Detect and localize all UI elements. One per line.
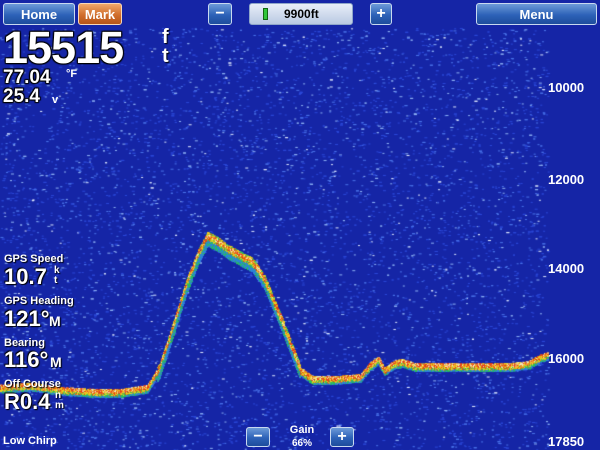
voltage-unit: v [52,94,59,106]
gain-value: 66% [291,438,312,449]
gps-heading-unit: M [49,313,61,329]
gain-decrease-button[interactable]: − [246,427,270,447]
depth-unit: f t [162,27,169,67]
off-course-value: R0.4 [4,389,51,414]
range-value: 9900ft [284,7,319,21]
depth-scale-label: 12000 [548,172,585,187]
off-course-unit: n m [55,391,64,410]
gps-speed-unit-t: t [54,274,58,286]
off-course-unit-m: m [55,399,64,411]
bearing-value: 116° [4,347,49,372]
gain-label: Gain [289,424,315,436]
menu-button[interactable]: Menu [476,3,597,25]
range-indicator-icon [263,8,268,20]
voltage-value: 25.4 [3,86,40,107]
depth-unit-t: t [162,45,169,67]
depth-scale-label: 16000 [548,351,585,366]
gps-speed-unit: k t [54,266,60,285]
range-zoom-in-button[interactable]: + [370,3,392,25]
gain-increase-button[interactable]: + [330,427,354,447]
gps-speed-value: 10.7 [4,264,47,289]
water-temperature-unit: °F [66,68,78,80]
depth-scale-label: 14000 [548,261,585,276]
bearing-unit: M [50,354,62,370]
range-zoom-out-button[interactable]: − [208,3,232,25]
depth-scale-label: 10000 [548,80,585,95]
gps-heading-value: 121° [4,306,50,331]
frequency-label: Low Chirp [3,435,57,447]
range-display[interactable]: 9900ft [249,3,353,25]
depth-scale-label: 17850 [548,434,585,449]
